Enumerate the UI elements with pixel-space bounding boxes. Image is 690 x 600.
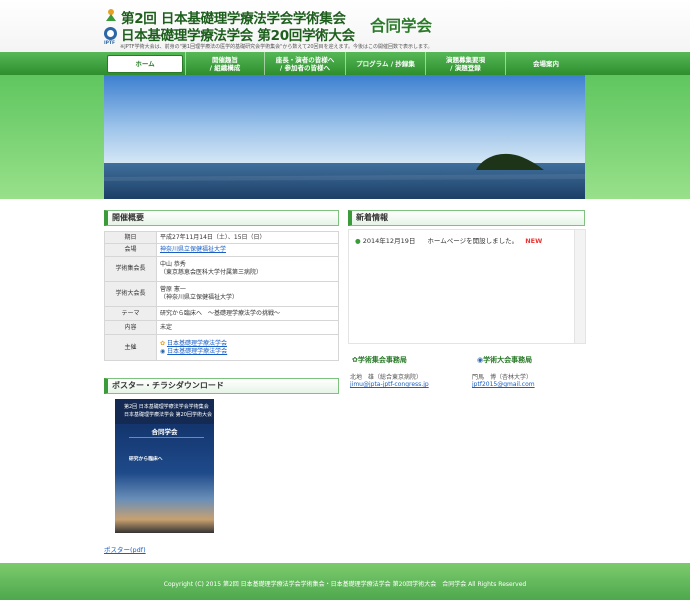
table-row: 学術大会長 菅原 憲一 （神奈川県立保健福祉大学） [104,281,339,307]
nav-program[interactable]: プログラム / 抄録集 [345,52,425,75]
venue-link[interactable]: 神奈川県立保健福祉大学 [160,246,226,253]
news-text: ホームページを開設しました。 [427,237,519,245]
poster-line-1: 第2回 日本基礎理学療法学会学術集会 [124,404,209,410]
joint-congress-label: 合同学会 [370,17,433,35]
row-value: 研究から臨床へ 〜基礎理学療法学の挑戦〜 [156,306,339,321]
organizer-icon: ✿ [160,339,166,347]
nav-abstract[interactable]: 演題募集要項 / 演題登録 [425,52,505,75]
congress-office-email[interactable]: jptf2015@gmail.com [472,381,535,388]
site-footer: Copyright (C) 2015 第2回 日本基礎理学療法学会学術集会・日本… [0,563,690,600]
nav-venue[interactable]: 会場案内 [505,52,586,75]
copyright-text: Copyright (C) 2015 第2回 日本基礎理学療法学会学術集会・日本… [163,581,527,588]
table-row: 内容 未定 [104,320,339,335]
table-row: 会場 神奈川県立保健福祉大学 [104,243,339,257]
news-date: 2014年12月19日 [362,237,416,245]
row-value: 菅原 憲一 [160,286,186,293]
row-value: 中山 恭秀 [160,261,186,268]
society-office-contact: 北地 雄（総合東京病院） [350,374,423,381]
row-value-sub: （東京慈恵会医科大学付属第三病院） [160,269,263,276]
list-item: ● 2014年12月19日 ホームページを開設しました。 NEW [355,235,542,245]
main-nav: ホーム 開催趣旨 / 組織構成 座長・演者の皆様へ / 参加者の皆様へ プログラ… [0,52,690,75]
header-note: ※JPTF学術大会は、前身の"第1回理学療法の医学的基礎研究会学術集会"から数え… [120,44,433,50]
hero-image [104,75,585,199]
overview-table: 期日 平成27年11月14日（土）、15日（日） 会場 神奈川県立保健福祉大学 … [104,231,339,361]
table-row: 主催 ✿ 日本基礎理学療法学会 ◉ 日本基礎理学療法学会 [104,334,339,361]
organizer-link-2[interactable]: 日本基礎理学療法学会 [167,348,227,355]
row-key: テーマ [104,306,157,321]
organizer-link-1[interactable]: 日本基礎理学療法学会 [167,340,227,347]
poster-title: ポスター・チラシダウンロード [104,378,339,394]
organizer-icon: ◉ [160,347,166,355]
row-value-sub: （神奈川県立保健福祉大学） [160,294,239,301]
row-key: 学術大会長 [104,281,157,307]
nav-speakers[interactable]: 座長・演者の皆様へ / 参加者の皆様へ [264,52,345,75]
row-key: 期日 [104,231,157,244]
poster-thumbnail[interactable]: 第2回 日本基礎理学療法学会学術集会 日本基礎理学療法学会 第20回学術大会 合… [115,399,214,533]
table-row: 学術集会長 中山 恭秀 （東京慈恵会医科大学付属第三病院） [104,256,339,282]
poster-pdf-link[interactable]: ポスター(pdf) [104,544,146,554]
society-office-email[interactable]: jimu@jpta-jptf-congress.jp [350,381,429,388]
row-key: 学術集会長 [104,256,157,282]
bullet-icon: ● [355,237,361,245]
table-row: テーマ 研究から臨床へ 〜基礎理学療法学の挑戦〜 [104,306,339,321]
row-value: 未定 [156,320,339,335]
jptf-logo-icon [104,27,117,40]
overview-title: 開催概要 [104,210,339,226]
news-scrollbar[interactable] [574,229,586,344]
congress-office-contact: 門馬 博（杏林大学） [472,374,533,381]
nav-purpose[interactable]: 開催趣旨 / 組織構成 [185,52,264,75]
news-list: ● 2014年12月19日 ホームページを開設しました。 NEW [348,229,575,344]
poster-theme: 研究から臨床へ [129,457,163,462]
news-title: 新着情報 [348,210,585,226]
society-office-heading: ✿学術集会事務局 [352,356,407,364]
congress-office-heading: ◉学術大会事務局 [477,356,533,364]
site-title-line-2[interactable]: 日本基礎理学療法学会 第20回学術大会 [121,24,355,44]
table-row: 期日 平成27年11月14日（土）、15日（日） [104,231,339,244]
poster-line-2: 日本基礎理学療法学会 第20回学術大会 [124,412,212,418]
row-key: 内容 [104,320,157,335]
row-key: 会場 [104,243,157,257]
row-value: 平成27年11月14日（土）、15日（日） [156,231,339,244]
society-logo-icon [106,9,116,21]
logo-tag: IPTF [104,41,116,46]
row-key: 主催 [104,334,157,361]
poster-joint-label: 合同学会 [151,428,178,436]
poster-divider [129,437,204,452]
new-badge: NEW [525,237,543,245]
nav-home[interactable]: ホーム [107,55,183,73]
